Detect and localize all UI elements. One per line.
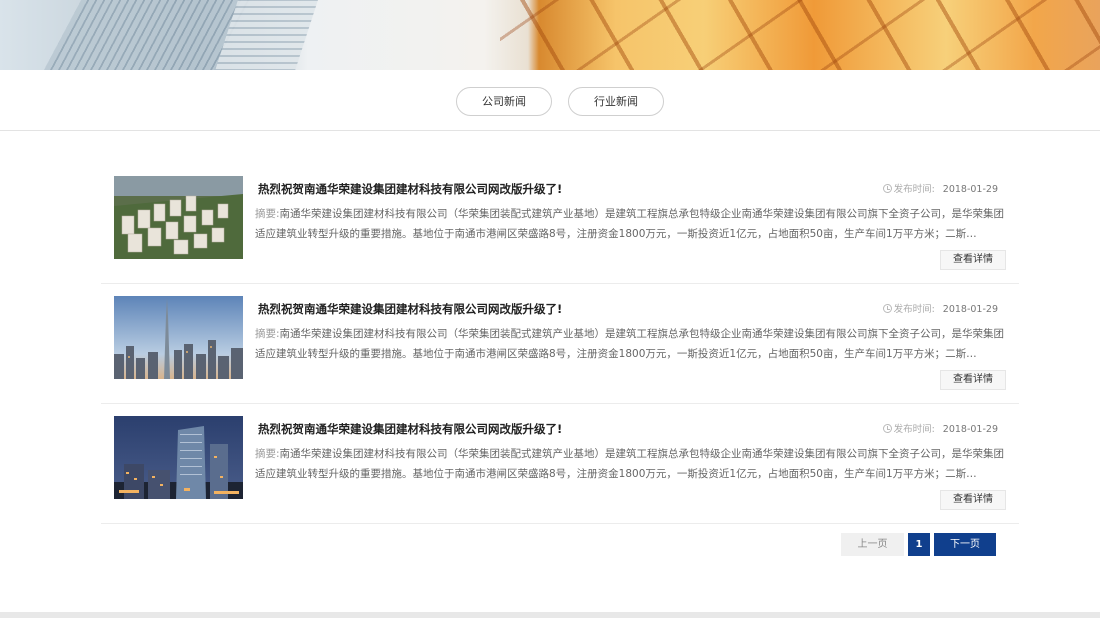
news-date: 发布时间: 2018-01-29: [882, 181, 998, 195]
clock-icon: [882, 304, 892, 313]
date-label: 发布时间:: [893, 424, 935, 435]
news-thumbnail-city-skyline[interactable]: [114, 296, 243, 379]
news-item: 热烈祝贺南通华荣建设集团建材科技有限公司网改版升级了! 发布时间: 2018-01…: [101, 284, 1019, 404]
news-list: 热烈祝贺南通华荣建设集团建材科技有限公司网改版升级了! 发布时间: 2018-01…: [101, 164, 1019, 524]
summary-label: 摘要:: [255, 328, 280, 340]
news-category-tabs: 公司新闻 行业新闻: [0, 70, 1100, 131]
footer-divider: [0, 612, 1100, 618]
date-label: 发布时间:: [893, 184, 935, 195]
news-item: 热烈祝贺南通华荣建设集团建材科技有限公司网改版升级了! 发布时间: 2018-01…: [101, 164, 1019, 284]
date-value: 2018-01-29: [942, 304, 998, 315]
view-details-button[interactable]: 查看详情: [940, 370, 1006, 390]
next-page-button[interactable]: 下一页: [934, 533, 996, 556]
summary-text: 南通华荣建设集团建材科技有限公司（华荣集团装配式建筑产业基地）是建筑工程旗总承包…: [255, 208, 1005, 240]
news-thumbnail-aerial-residential[interactable]: [114, 176, 243, 259]
news-title[interactable]: 热烈祝贺南通华荣建设集团建材科技有限公司网改版升级了!: [258, 301, 562, 317]
prev-page-button[interactable]: 上一页: [841, 533, 904, 556]
news-title[interactable]: 热烈祝贺南通华荣建设集团建材科技有限公司网改版升级了!: [258, 421, 562, 437]
view-details-button[interactable]: 查看详情: [940, 250, 1006, 270]
clock-icon: [882, 424, 892, 433]
news-summary: 摘要:南通华荣建设集团建材科技有限公司（华荣集团装配式建筑产业基地）是建筑工程旗…: [255, 204, 1005, 244]
news-date: 发布时间: 2018-01-29: [882, 301, 998, 315]
clock-icon: [882, 184, 892, 193]
news-summary: 摘要:南通华荣建设集团建材科技有限公司（华荣集团装配式建筑产业基地）是建筑工程旗…: [255, 444, 1005, 484]
news-date: 发布时间: 2018-01-29: [882, 421, 998, 435]
view-details-button[interactable]: 查看详情: [940, 490, 1006, 510]
date-value: 2018-01-29: [942, 184, 998, 195]
tab-industry-news[interactable]: 行业新闻: [568, 87, 664, 116]
current-page-number[interactable]: 1: [908, 533, 930, 556]
summary-text: 南通华荣建设集团建材科技有限公司（华荣集团装配式建筑产业基地）是建筑工程旗总承包…: [255, 328, 1005, 360]
tab-company-news[interactable]: 公司新闻: [456, 87, 552, 116]
date-value: 2018-01-29: [942, 424, 998, 435]
news-title[interactable]: 热烈祝贺南通华荣建设集团建材科技有限公司网改版升级了!: [258, 181, 562, 197]
news-thumbnail-night-towers[interactable]: [114, 416, 243, 499]
top-banner-image: [0, 0, 1100, 70]
summary-label: 摘要:: [255, 208, 280, 220]
news-summary: 摘要:南通华荣建设集团建材科技有限公司（华荣集团装配式建筑产业基地）是建筑工程旗…: [255, 324, 1005, 364]
news-item: 热烈祝贺南通华荣建设集团建材科技有限公司网改版升级了! 发布时间: 2018-01…: [101, 404, 1019, 524]
summary-text: 南通华荣建设集团建材科技有限公司（华荣集团装配式建筑产业基地）是建筑工程旗总承包…: [255, 448, 1005, 480]
date-label: 发布时间:: [893, 304, 935, 315]
summary-label: 摘要:: [255, 448, 280, 460]
